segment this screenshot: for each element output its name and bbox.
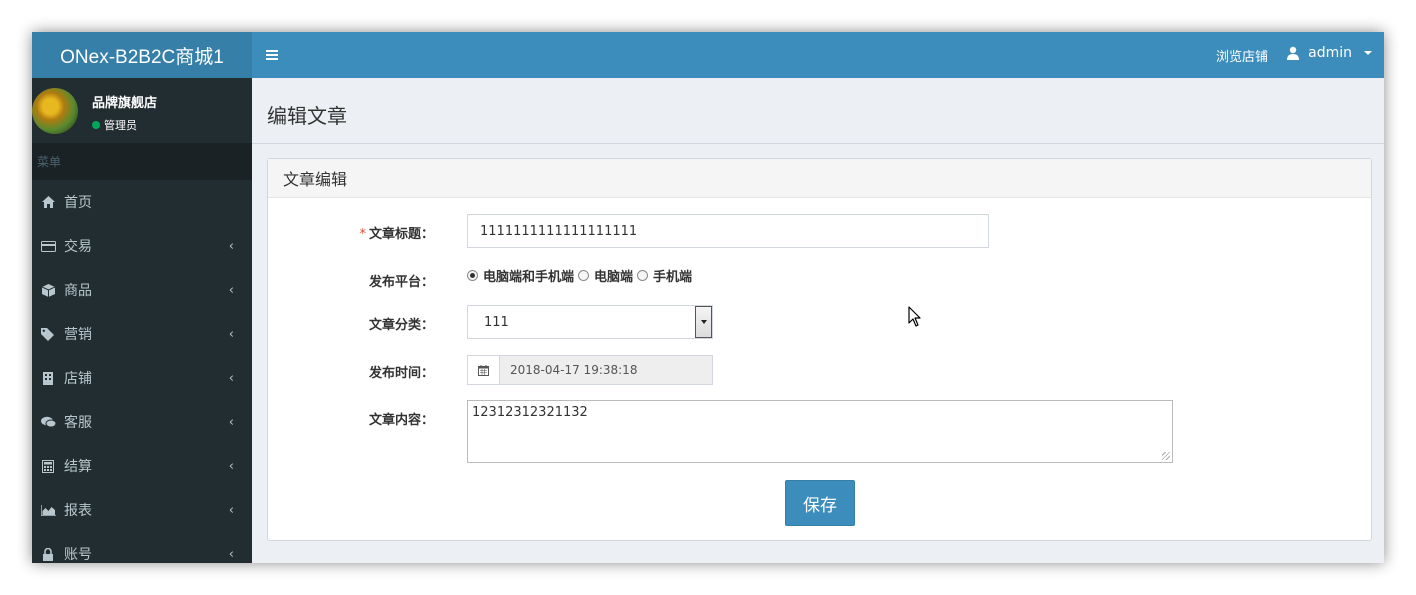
calendar-icon[interactable]: [467, 355, 500, 385]
mouse-cursor-icon: [908, 306, 921, 327]
sidebar-item-label: 交易: [64, 239, 92, 255]
shop-name: 品牌旗舰店: [92, 96, 158, 111]
app-window: ONex-B2B2C商城1 浏览店铺 admin 品牌旗舰店 管理员 菜单 首页…: [32, 32, 1384, 563]
calculator-icon: [40, 459, 56, 473]
avatar: [32, 88, 78, 134]
main-content: 编辑文章 文章编辑 * 文章标题： 1111111111111111111 发布平…: [252, 78, 1384, 563]
sidebar-item-label: 账号: [64, 547, 92, 563]
sidebar-item-label: 店铺: [64, 371, 92, 387]
chevron-left-icon: ‹: [228, 283, 234, 298]
platform-radio-all[interactable]: 电脑端和手机端: [467, 266, 574, 285]
sidebar-item-shop[interactable]: 店铺 ‹: [32, 356, 252, 400]
chevron-left-icon: ‹: [228, 547, 234, 562]
chevron-left-icon: ‹: [228, 327, 234, 342]
sidebar-item-label: 首页: [64, 195, 92, 211]
required-mark: *: [359, 227, 366, 242]
menu-toggle-icon[interactable]: [266, 45, 280, 65]
save-button[interactable]: 保存: [785, 480, 855, 526]
user-menu[interactable]: admin: [1286, 45, 1372, 61]
chevron-left-icon: ‹: [228, 371, 234, 386]
user-role: 管理员: [92, 117, 137, 133]
lock-icon: [40, 547, 56, 561]
chevron-left-icon: ‹: [228, 503, 234, 518]
content-label: 文章内容：: [368, 413, 434, 428]
user-panel: 品牌旗舰店 管理员: [32, 78, 252, 143]
tags-icon: [40, 327, 56, 341]
area-chart-icon: [40, 503, 56, 517]
resize-grip-icon[interactable]: [1162, 452, 1170, 460]
sidebar-item-marketing[interactable]: 营销 ‹: [32, 312, 252, 356]
role-label: 管理员: [104, 119, 137, 132]
browse-shop-link[interactable]: 浏览店铺: [1216, 46, 1268, 65]
platform-radio-group: 电脑端和手机端 电脑端 手机端: [467, 266, 696, 285]
title-label: * 文章标题：: [359, 227, 434, 242]
platform-label: 发布平台：: [368, 275, 434, 290]
sidebar-item-account[interactable]: 账号 ‹: [32, 532, 252, 563]
sidebar-item-service[interactable]: 客服 ‹: [32, 400, 252, 444]
building-icon: [40, 371, 56, 385]
dropdown-arrow-icon[interactable]: [695, 306, 712, 338]
chevron-left-icon: ‹: [228, 459, 234, 474]
sidebar-item-trade[interactable]: 交易 ‹: [32, 224, 252, 268]
title-input[interactable]: 1111111111111111111: [467, 214, 989, 248]
top-navbar: 浏览店铺 admin: [252, 32, 1384, 78]
online-status-icon: [92, 121, 100, 129]
app-logo[interactable]: ONex-B2B2C商城1: [32, 32, 252, 78]
user-icon: [1287, 46, 1300, 60]
page-header: 编辑文章: [252, 78, 1384, 144]
sidebar-item-settlement[interactable]: 结算 ‹: [32, 444, 252, 488]
credit-card-icon: [40, 239, 56, 253]
publish-time-label: 发布时间：: [368, 366, 434, 381]
sidebar-item-home[interactable]: 首页: [32, 180, 252, 224]
publish-time-field: 2018-04-17 19:38:18: [467, 355, 713, 385]
chevron-left-icon: ‹: [228, 415, 234, 430]
sidebar-item-label: 商品: [64, 283, 92, 299]
sidebar: 品牌旗舰店 管理员 菜单 首页 交易 ‹ 商品 ‹ 营销 ‹ 店铺 ‹ 客服 ‹…: [32, 78, 252, 563]
sidebar-item-goods[interactable]: 商品 ‹: [32, 268, 252, 312]
box-title: 文章编辑: [268, 159, 1371, 198]
sidebar-item-label: 客服: [64, 415, 92, 431]
category-label: 文章分类：: [368, 318, 434, 333]
caret-down-icon: [1364, 51, 1372, 55]
cube-icon: [40, 283, 56, 297]
menu-header: 菜单: [32, 143, 252, 180]
page-title: 编辑文章: [267, 104, 347, 128]
platform-radio-pc[interactable]: 电脑端: [578, 266, 633, 285]
comments-icon: [40, 415, 56, 429]
content-textarea[interactable]: 12312312321132: [467, 400, 1173, 463]
article-edit-box: 文章编辑 * 文章标题： 1111111111111111111 发布平台： 电脑…: [267, 158, 1372, 541]
username: admin: [1308, 45, 1352, 61]
sidebar-item-report[interactable]: 报表 ‹: [32, 488, 252, 532]
logo-text: ONex-B2B2C商城1: [60, 46, 224, 68]
sidebar-item-label: 结算: [64, 459, 92, 475]
platform-radio-mobile[interactable]: 手机端: [637, 266, 692, 285]
category-select[interactable]: 111: [467, 305, 713, 339]
radio-unchecked-icon: [578, 270, 590, 281]
chevron-left-icon: ‹: [228, 239, 234, 254]
home-icon: [40, 195, 56, 209]
publish-time-input[interactable]: 2018-04-17 19:38:18: [500, 355, 713, 385]
radio-unchecked-icon: [637, 270, 649, 281]
radio-checked-icon: [467, 270, 478, 281]
sidebar-item-label: 营销: [64, 327, 92, 343]
sidebar-item-label: 报表: [64, 503, 92, 519]
